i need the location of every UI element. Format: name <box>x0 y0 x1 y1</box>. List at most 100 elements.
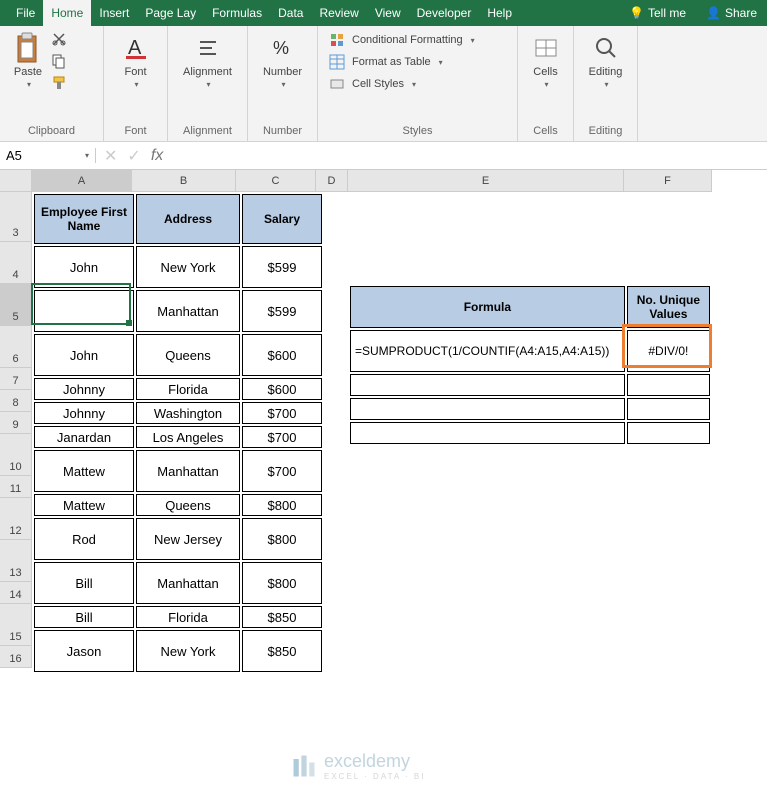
chevron-down-icon: ▾ <box>544 80 548 89</box>
cell-styles-button[interactable]: Cell Styles ▾ <box>326 74 509 94</box>
row-header-9[interactable]: 9 <box>0 412 32 434</box>
column-header-B[interactable]: B <box>132 170 236 192</box>
row-header-15[interactable]: 15 <box>0 604 32 646</box>
name-box[interactable]: A5 ▾ <box>0 148 96 163</box>
employee-table[interactable]: Employee First NameAddressSalaryJohnNew … <box>32 192 324 674</box>
table-cell[interactable]: $700 <box>242 450 322 492</box>
column-header-A[interactable]: A <box>32 170 132 192</box>
table-cell[interactable]: New Jersey <box>136 518 240 560</box>
row-header-5[interactable]: 5 <box>0 284 32 326</box>
tab-review[interactable]: Review <box>311 0 366 26</box>
cut-icon[interactable] <box>50 30 68 48</box>
copy-icon[interactable] <box>50 52 68 70</box>
tab-home[interactable]: Home <box>43 0 91 26</box>
table-cell[interactable]: Florida <box>136 606 240 628</box>
table-cell[interactable]: $800 <box>242 562 322 604</box>
table-cell[interactable] <box>350 374 625 396</box>
table-cell[interactable] <box>350 398 625 420</box>
tell-me-search[interactable]: 💡 Tell me <box>619 0 696 26</box>
editing-button[interactable]: Editing ▾ <box>582 30 629 91</box>
table-cell[interactable]: New York <box>136 246 240 288</box>
table-cell[interactable]: =SUMPRODUCT(1/COUNTIF(A4:A15,A4:A15)) <box>350 330 625 372</box>
row-header-14[interactable]: 14 <box>0 582 32 604</box>
watermark-name: exceldemy <box>324 751 425 772</box>
table-cell[interactable]: Queens <box>136 334 240 376</box>
select-all-corner[interactable] <box>0 170 32 192</box>
table-header[interactable]: No. Unique Values <box>627 286 710 328</box>
table-cell[interactable]: Queens <box>136 494 240 516</box>
table-cell[interactable] <box>627 398 710 420</box>
table-cell[interactable]: $850 <box>242 630 322 672</box>
table-cell[interactable] <box>627 374 710 396</box>
tab-developer[interactable]: Developer <box>409 0 480 26</box>
table-cell[interactable]: John <box>34 246 134 288</box>
table-cell[interactable]: $700 <box>242 402 322 424</box>
table-cell[interactable]: Florida <box>136 378 240 400</box>
table-header[interactable]: Address <box>136 194 240 244</box>
conditional-formatting-button[interactable]: Conditional Formatting ▾ <box>326 30 509 50</box>
paste-button[interactable]: Paste ▾ <box>8 30 48 92</box>
column-header-F[interactable]: F <box>624 170 712 192</box>
tab-insert[interactable]: Insert <box>91 0 137 26</box>
table-cell[interactable]: Manhattan <box>136 450 240 492</box>
table-cell[interactable]: $700 <box>242 426 322 448</box>
row-header-4[interactable]: 4 <box>0 242 32 284</box>
table-cell[interactable]: $599 <box>242 246 322 288</box>
font-button[interactable]: A Font ▾ <box>112 30 159 91</box>
table-cell[interactable]: Manhattan <box>136 290 240 332</box>
column-header-C[interactable]: C <box>236 170 316 192</box>
alignment-button[interactable]: Alignment ▾ <box>176 30 239 91</box>
row-header-8[interactable]: 8 <box>0 390 32 412</box>
table-cell[interactable]: Johnny <box>34 378 134 400</box>
table-cell[interactable]: Rod <box>34 518 134 560</box>
table-cell[interactable]: $850 <box>242 606 322 628</box>
column-header-D[interactable]: D <box>316 170 348 192</box>
row-header-12[interactable]: 12 <box>0 498 32 540</box>
row-header-7[interactable]: 7 <box>0 368 32 390</box>
table-cell[interactable] <box>34 290 134 332</box>
row-header-10[interactable]: 10 <box>0 434 32 476</box>
row-header-6[interactable]: 6 <box>0 326 32 368</box>
table-cell[interactable]: $600 <box>242 334 322 376</box>
table-cell[interactable] <box>627 422 710 444</box>
tab-page-layout[interactable]: Page Lay <box>137 0 204 26</box>
table-cell[interactable]: Jason <box>34 630 134 672</box>
tab-help[interactable]: Help <box>479 0 520 26</box>
fx-icon[interactable]: fx <box>151 147 163 165</box>
tab-file[interactable]: File <box>8 0 43 26</box>
table-cell[interactable]: John <box>34 334 134 376</box>
table-cell[interactable]: #DIV/0! <box>627 330 710 372</box>
table-cell[interactable]: Manhattan <box>136 562 240 604</box>
tab-formulas[interactable]: Formulas <box>204 0 270 26</box>
share-button[interactable]: 👤 Share <box>696 0 767 26</box>
tab-view[interactable]: View <box>367 0 409 26</box>
row-header-13[interactable]: 13 <box>0 540 32 582</box>
table-cell[interactable]: Los Angeles <box>136 426 240 448</box>
cells-button[interactable]: Cells ▾ <box>526 30 565 91</box>
table-cell[interactable]: $599 <box>242 290 322 332</box>
table-header[interactable]: Formula <box>350 286 625 328</box>
formula-table[interactable]: FormulaNo. Unique Values=SUMPRODUCT(1/CO… <box>348 284 712 446</box>
table-cell[interactable]: Bill <box>34 562 134 604</box>
format-as-table-button[interactable]: Format as Table ▾ <box>326 52 509 72</box>
table-cell[interactable]: Mattew <box>34 494 134 516</box>
format-painter-icon[interactable] <box>50 74 68 92</box>
table-cell[interactable]: $600 <box>242 378 322 400</box>
table-cell[interactable]: Mattew <box>34 450 134 492</box>
number-button[interactable]: % Number ▾ <box>256 30 309 91</box>
table-cell[interactable]: Bill <box>34 606 134 628</box>
table-cell[interactable]: New York <box>136 630 240 672</box>
table-header[interactable]: Employee First Name <box>34 194 134 244</box>
table-cell[interactable]: Washington <box>136 402 240 424</box>
table-cell[interactable]: $800 <box>242 494 322 516</box>
column-header-E[interactable]: E <box>348 170 624 192</box>
tab-data[interactable]: Data <box>270 0 311 26</box>
table-header[interactable]: Salary <box>242 194 322 244</box>
table-cell[interactable] <box>350 422 625 444</box>
table-cell[interactable]: Janardan <box>34 426 134 448</box>
row-header-16[interactable]: 16 <box>0 646 32 668</box>
row-header-11[interactable]: 11 <box>0 476 32 498</box>
table-cell[interactable]: Johnny <box>34 402 134 424</box>
row-header-3[interactable]: 3 <box>0 192 32 242</box>
table-cell[interactable]: $800 <box>242 518 322 560</box>
